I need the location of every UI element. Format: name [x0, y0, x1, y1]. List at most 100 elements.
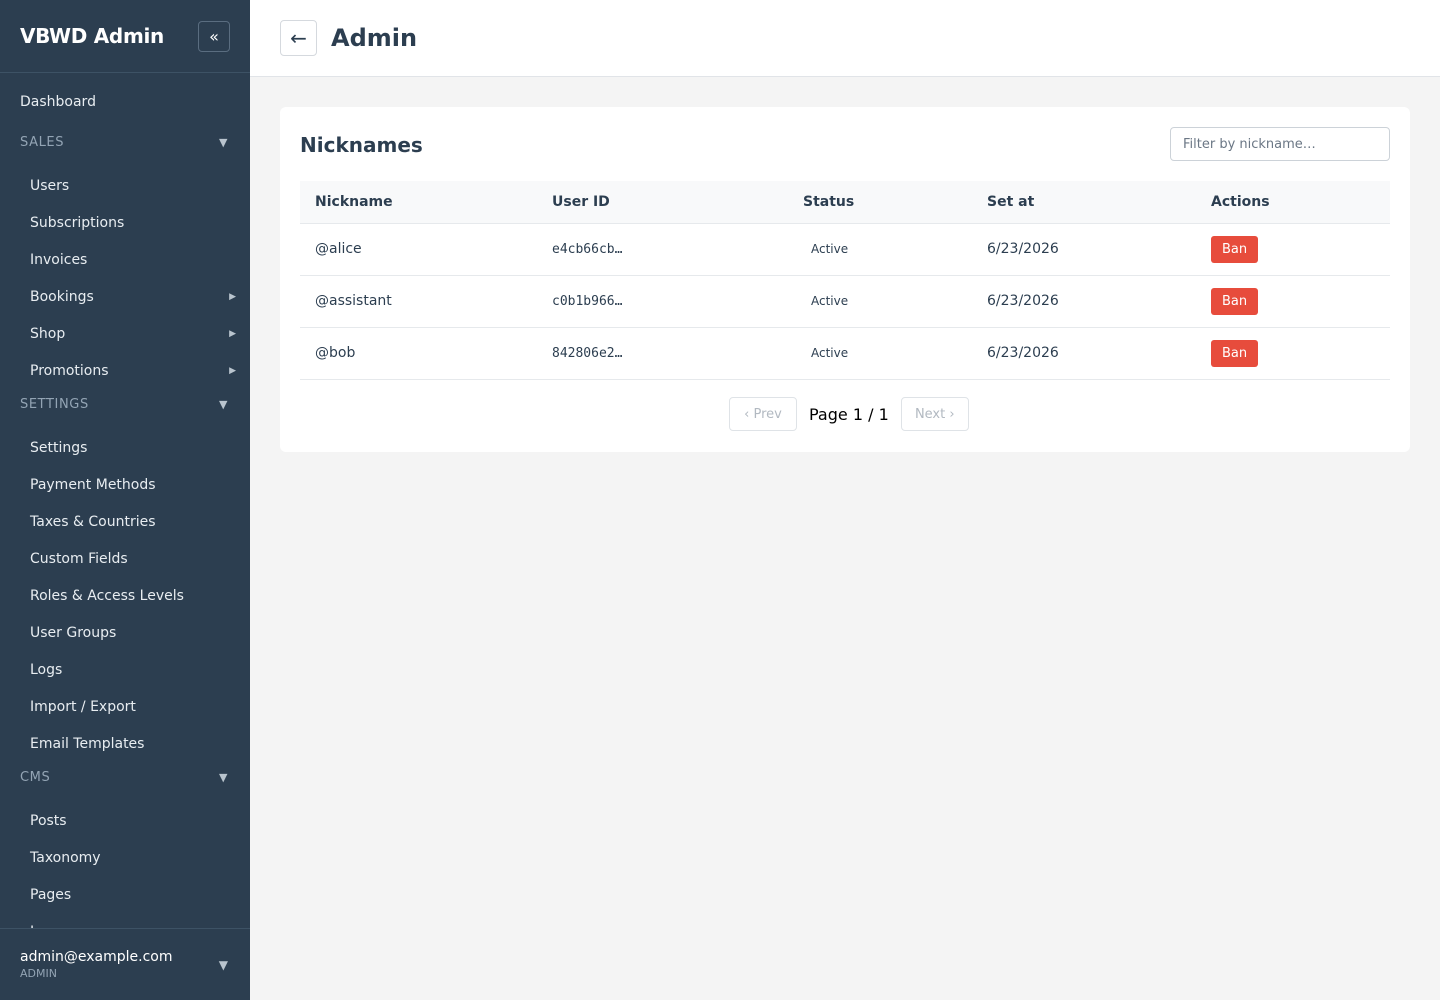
sidebar-item-shop[interactable]: Shop ▶: [0, 315, 250, 352]
sidebar-section-title: SALES: [20, 134, 65, 150]
sidebar-item-label: Import / Export: [30, 698, 136, 715]
sidebar-item-users[interactable]: Users: [0, 167, 250, 204]
ban-button[interactable]: Ban: [1211, 339, 1258, 367]
back-button[interactable]: ←: [280, 20, 317, 56]
sidebar-item-label: Taxes & Countries: [30, 513, 156, 530]
sidebar-item-pages[interactable]: Pages: [0, 876, 250, 913]
sidebar-item-dashboard[interactable]: Dashboard: [0, 73, 250, 130]
sidebar-item-payment-methods[interactable]: Payment Methods: [0, 466, 250, 503]
table-row: @alice e4cb66cb… Active 6/23/2026 Ban: [300, 223, 1390, 275]
set-at-cell: 6/23/2026: [987, 293, 1059, 309]
chevron-right-icon: ▶: [229, 328, 236, 339]
column-header-nickname: Nickname: [315, 193, 393, 210]
brand-logo: VBWD Admin: [20, 24, 164, 48]
nicknames-table: Nickname User ID Status Set at Actions @…: [300, 181, 1390, 380]
sidebar-item-promotions[interactable]: Promotions ▶: [0, 352, 250, 389]
prev-page-button[interactable]: ‹ Prev: [729, 397, 797, 431]
status-badge: Active: [811, 242, 849, 256]
sidebar-item-label: Pages: [30, 886, 72, 903]
sidebar-item-import-export[interactable]: Import / Export: [0, 688, 250, 725]
sidebar-item-label: Logs: [30, 661, 63, 678]
sidebar-item-label: Bookings: [30, 288, 94, 305]
sidebar-item-invoices[interactable]: Invoices: [0, 241, 250, 278]
sidebar-item-settings[interactable]: Settings: [0, 429, 250, 466]
user-id-cell: c0b1b966…: [552, 293, 623, 309]
sidebar-item-custom-fields[interactable]: Custom Fields: [0, 540, 250, 577]
caret-down-icon: ▼: [218, 770, 228, 784]
card-title: Nicknames: [300, 133, 423, 157]
sidebar-item-label: Payment Methods: [30, 476, 156, 493]
sidebar: VBWD Admin « Dashboard SALES ▼ Users Subscri…: [0, 0, 250, 1000]
status-cell: Active: [788, 275, 972, 327]
collapse-sidebar-button[interactable]: «: [198, 20, 230, 52]
actions-cell: Ban: [1196, 327, 1390, 379]
sidebar-section-title: SETTINGS: [20, 396, 89, 412]
sidebar-item-subscriptions[interactable]: Subscriptions: [0, 204, 250, 241]
nicknames-card: Nicknames Nickname User ID Status Set at…: [280, 107, 1410, 452]
status-cell: Active: [788, 327, 972, 379]
sidebar-item-label: Shop: [30, 325, 66, 342]
set-at-cell: 6/23/2026: [987, 345, 1059, 361]
page-title: Admin: [331, 24, 418, 52]
column-header-actions: Actions: [1211, 193, 1270, 210]
sidebar-item-label: Roles & Access Levels: [30, 587, 184, 604]
nickname-cell: @assistant: [315, 293, 392, 309]
caret-down-icon: ▼: [218, 135, 228, 149]
user-menu[interactable]: admin@example.com ADMIN ▼: [0, 928, 250, 1000]
filter-nickname-input[interactable]: [1170, 127, 1390, 161]
nickname-cell: @alice: [315, 241, 362, 257]
caret-down-icon[interactable]: ▼: [219, 958, 228, 972]
sidebar-item-label: Promotions: [30, 362, 109, 379]
nickname-cell: @bob: [315, 345, 356, 361]
arrow-left-icon: ←: [290, 26, 307, 50]
page-indicator: Page 1 / 1: [809, 404, 889, 424]
sidebar-item-label: User Groups: [30, 624, 117, 641]
sidebar-item-label: Custom Fields: [30, 550, 128, 567]
sidebar-item-label: Email Templates: [30, 735, 145, 752]
sidebar-item-taxes-and-countries[interactable]: Taxes & Countries: [0, 503, 250, 540]
sidebar-item-taxonomy[interactable]: Taxonomy: [0, 839, 250, 876]
column-header-status: Status: [803, 193, 855, 210]
sidebar-item-label: Posts: [30, 812, 67, 829]
user-id-cell: 842806e2…: [552, 345, 623, 361]
user-email: admin@example.com: [20, 949, 173, 965]
table-header-row: Nickname User ID Status Set at Actions: [300, 181, 1390, 223]
sidebar-item-logs[interactable]: Logs: [0, 651, 250, 688]
ban-button[interactable]: Ban: [1211, 287, 1258, 315]
sidebar-section-title: CMS: [20, 769, 51, 785]
status-badge: Active: [811, 294, 849, 308]
status-cell: Active: [788, 223, 972, 275]
sidebar-item-email-templates[interactable]: Email Templates: [0, 725, 250, 762]
sidebar-item-label: Invoices: [30, 251, 88, 268]
sidebar-item-bookings[interactable]: Bookings ▶: [0, 278, 250, 315]
sidebar-item-label: Subscriptions: [30, 214, 125, 231]
table-row: @assistant c0b1b966… Active 6/23/2026 Ban: [300, 275, 1390, 327]
sidebar-item-label: Users: [30, 177, 70, 194]
sidebar-item-label: Taxonomy: [30, 849, 101, 866]
sidebar-section-settings[interactable]: SETTINGS ▼: [0, 392, 250, 416]
chevron-right-icon: ▶: [229, 365, 236, 376]
sidebar-section-cms[interactable]: CMS ▼: [0, 765, 250, 789]
user-info: admin@example.com ADMIN: [20, 949, 172, 980]
set-at-cell: 6/23/2026: [987, 241, 1059, 257]
sidebar-item-user-groups[interactable]: User Groups: [0, 614, 250, 651]
pagination: ‹ Prev Page 1 / 1 Next ›: [729, 397, 969, 431]
column-header-user-id: User ID: [552, 193, 610, 210]
actions-cell: Ban: [1196, 275, 1390, 327]
user-id-cell: e4cb66cb…: [552, 241, 623, 257]
top-bar: ← Admin: [250, 0, 1440, 77]
chevron-right-icon: ▶: [229, 291, 236, 302]
next-page-button[interactable]: Next ›: [900, 397, 969, 431]
sidebar-item-roles-and-access-levels[interactable]: Roles & Access Levels: [0, 577, 250, 614]
sidebar-item-images[interactable]: Images: [0, 913, 250, 929]
status-badge: Active: [811, 346, 849, 360]
sidebar-item-posts[interactable]: Posts: [0, 802, 250, 839]
table-row: @bob 842806e2… Active 6/23/2026 Ban: [300, 327, 1390, 379]
ban-button[interactable]: Ban: [1211, 235, 1258, 263]
sidebar-header: VBWD Admin «: [0, 0, 250, 73]
column-header-set-at: Set at: [987, 193, 1035, 210]
sidebar-nav: Dashboard SALES ▼ Users Subscriptions Invoice…: [0, 73, 250, 929]
sidebar-section-sales[interactable]: SALES ▼: [0, 130, 250, 154]
sidebar-item-label: Settings: [30, 439, 88, 456]
double-chevron-left-icon: «: [209, 26, 219, 46]
